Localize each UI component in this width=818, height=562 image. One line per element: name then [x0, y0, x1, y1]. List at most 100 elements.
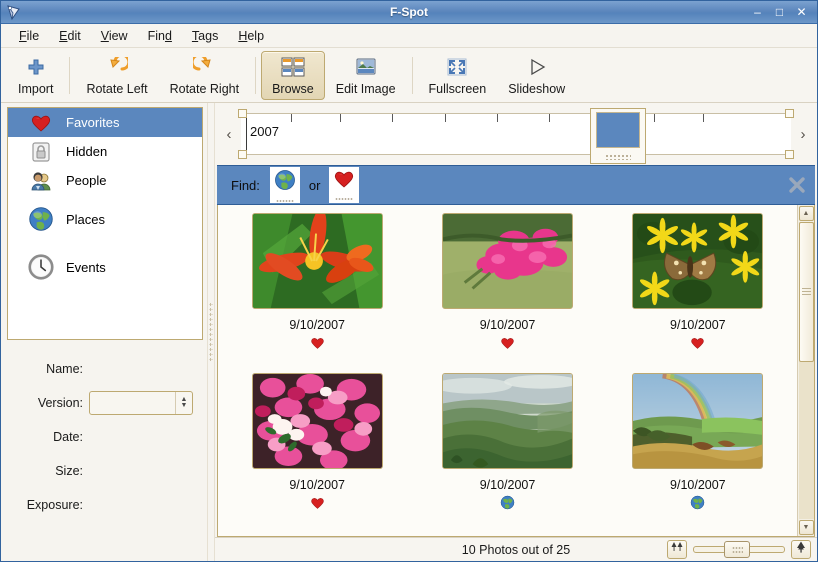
vertical-scrollbar[interactable]: ▲ ▼: [797, 205, 814, 536]
toolbar-separator-3: [411, 57, 413, 94]
photo-thumbnail[interactable]: [441, 213, 573, 309]
fspot-window: F-Spot – □ ✕ File Edit View Find Tags He…: [0, 0, 818, 562]
menu-help[interactable]: Help: [228, 27, 274, 45]
photo-cell[interactable]: 9/10/2007: [412, 213, 602, 373]
find-or-label: or: [308, 177, 321, 193]
pane-splitter[interactable]: [207, 103, 215, 561]
timeline-year-label: 2007: [246, 116, 279, 150]
zoom-slider[interactable]: [693, 540, 785, 559]
scrollbar-grip-icon: [801, 288, 811, 296]
timeline-handle-right-bottom[interactable]: [785, 150, 794, 159]
photo-thumbnail[interactable]: [251, 213, 383, 309]
globe-icon: [28, 206, 54, 232]
photo-cell[interactable]: 9/10/2007: [603, 213, 793, 373]
menu-edit-label: dit: [67, 28, 81, 43]
photo-thumbnail[interactable]: [632, 213, 764, 309]
tag-list: Favorites Hidden People Places Events: [7, 107, 203, 340]
sidebar-item-favorites[interactable]: Favorites: [8, 108, 202, 137]
photo-tag-globe-icon: [500, 495, 515, 511]
version-value-wrap: ▲ ▼: [89, 391, 201, 415]
zoom-controls: [667, 540, 811, 559]
metadata-row-version: Version: ▲ ▼: [3, 391, 201, 415]
photo-cell[interactable]: 9/10/2007: [603, 372, 793, 533]
find-term-places[interactable]: [269, 167, 300, 203]
rotate-right-button[interactable]: Rotate Right: [159, 51, 250, 100]
menu-edit[interactable]: Edit: [49, 27, 91, 45]
photo-date: 9/10/2007: [289, 318, 345, 332]
edit-image-icon: [355, 55, 377, 79]
sidebar-item-people[interactable]: People: [8, 166, 202, 195]
find-term-favorites[interactable]: [329, 167, 360, 203]
photo-tag-heart-icon: [500, 335, 515, 351]
metadata-row-size: Size:: [3, 460, 201, 482]
heart-icon: [333, 169, 355, 194]
metadata-row-date: Date:: [3, 426, 201, 448]
chevron-down-icon[interactable]: ▼: [798, 520, 814, 535]
find-term-grip-icon: [275, 199, 294, 203]
slideshow-label: Slideshow: [508, 81, 566, 96]
version-dropdown[interactable]: ▲ ▼: [89, 391, 193, 415]
menu-view[interactable]: View: [91, 27, 138, 45]
menu-tags[interactable]: Tags: [182, 27, 228, 45]
toolbar: Import Rotate Left Rotate Right Browse E…: [1, 48, 817, 103]
photo-cell[interactable]: 9/10/2007: [222, 213, 412, 373]
chevron-up-icon[interactable]: ▲: [798, 206, 814, 221]
photo-grid-container: 9/10/2007 9/10/2007 9/10/2007 9/10/2007 …: [217, 205, 815, 537]
menu-view-label: iew: [108, 28, 128, 43]
photo-cell[interactable]: 9/10/2007: [412, 372, 602, 533]
close-icon[interactable]: [787, 175, 807, 195]
timeline-prev-button[interactable]: ‹: [219, 126, 239, 143]
scrollbar-track[interactable]: [798, 222, 814, 519]
sidebar-item-events[interactable]: Events: [8, 243, 202, 291]
slideshow-play-icon: [526, 55, 548, 79]
scrollbar-thumb[interactable]: [798, 222, 814, 362]
slideshow-button[interactable]: Slideshow: [497, 51, 576, 100]
rotate-left-button[interactable]: Rotate Left: [75, 51, 158, 100]
photo-tag-heart-icon: [310, 335, 325, 351]
photo-thumbnail[interactable]: [251, 372, 383, 469]
chevron-updown-icon: ▲ ▼: [175, 392, 192, 414]
sidebar-item-hidden[interactable]: Hidden: [8, 137, 202, 166]
metadata-panel: Name: Version: ▲ ▼ Date: Size: Exposure:: [3, 358, 201, 528]
photo-date: 9/10/2007: [670, 477, 726, 492]
window-title: F-Spot: [390, 5, 428, 19]
fullscreen-icon: [446, 55, 468, 79]
zoom-slider-thumb[interactable]: [724, 541, 750, 558]
menu-file[interactable]: File: [9, 27, 49, 45]
close-button[interactable]: ✕: [795, 6, 808, 19]
timeline-handle-left-bottom[interactable]: [238, 150, 247, 159]
photo-grid: 9/10/2007 9/10/2007 9/10/2007 9/10/2007 …: [218, 205, 797, 536]
timeline-handle-left-top[interactable]: [238, 109, 247, 118]
size-label: Size:: [55, 464, 83, 478]
maximize-button[interactable]: □: [773, 6, 786, 19]
zoom-in-button[interactable]: [791, 540, 811, 559]
sidebar-item-label: Hidden: [66, 144, 108, 159]
menu-tags-label: ags: [198, 28, 219, 43]
people-icon: [28, 168, 54, 194]
photo-thumbnail[interactable]: [441, 372, 573, 469]
edit-image-button[interactable]: Edit Image: [325, 51, 407, 100]
splitter-grip-icon: [209, 302, 213, 362]
timeline-track[interactable]: 2007: [238, 108, 794, 164]
browse-button[interactable]: Browse: [261, 51, 325, 100]
metadata-row-name: Name:: [3, 358, 201, 380]
minimize-button[interactable]: –: [751, 6, 764, 19]
fullscreen-button[interactable]: Fullscreen: [418, 51, 498, 100]
exposure-label: Exposure:: [26, 498, 83, 512]
main-body: Favorites Hidden People Places Events Na…: [1, 103, 817, 561]
timeline-next-button[interactable]: ›: [793, 126, 813, 143]
sidebar-item-places[interactable]: Places: [8, 195, 202, 243]
find-bar: Find: or: [217, 165, 815, 205]
statusbar: 10 Photos out of 25: [215, 537, 817, 561]
menu-find[interactable]: Find: [138, 27, 182, 45]
zoom-out-button[interactable]: [667, 540, 687, 559]
timeline-handle-right-top[interactable]: [785, 109, 794, 118]
timeline-selection-bar: [596, 112, 641, 148]
find-label: Find:: [231, 177, 260, 193]
photo-thumbnail[interactable]: [632, 372, 764, 469]
version-label: Version:: [37, 396, 83, 410]
photo-cell[interactable]: 9/10/2007: [222, 372, 412, 533]
rotate-right-icon: [193, 55, 215, 79]
timeline-selected-month[interactable]: [590, 108, 647, 164]
import-button[interactable]: Import: [7, 51, 64, 100]
